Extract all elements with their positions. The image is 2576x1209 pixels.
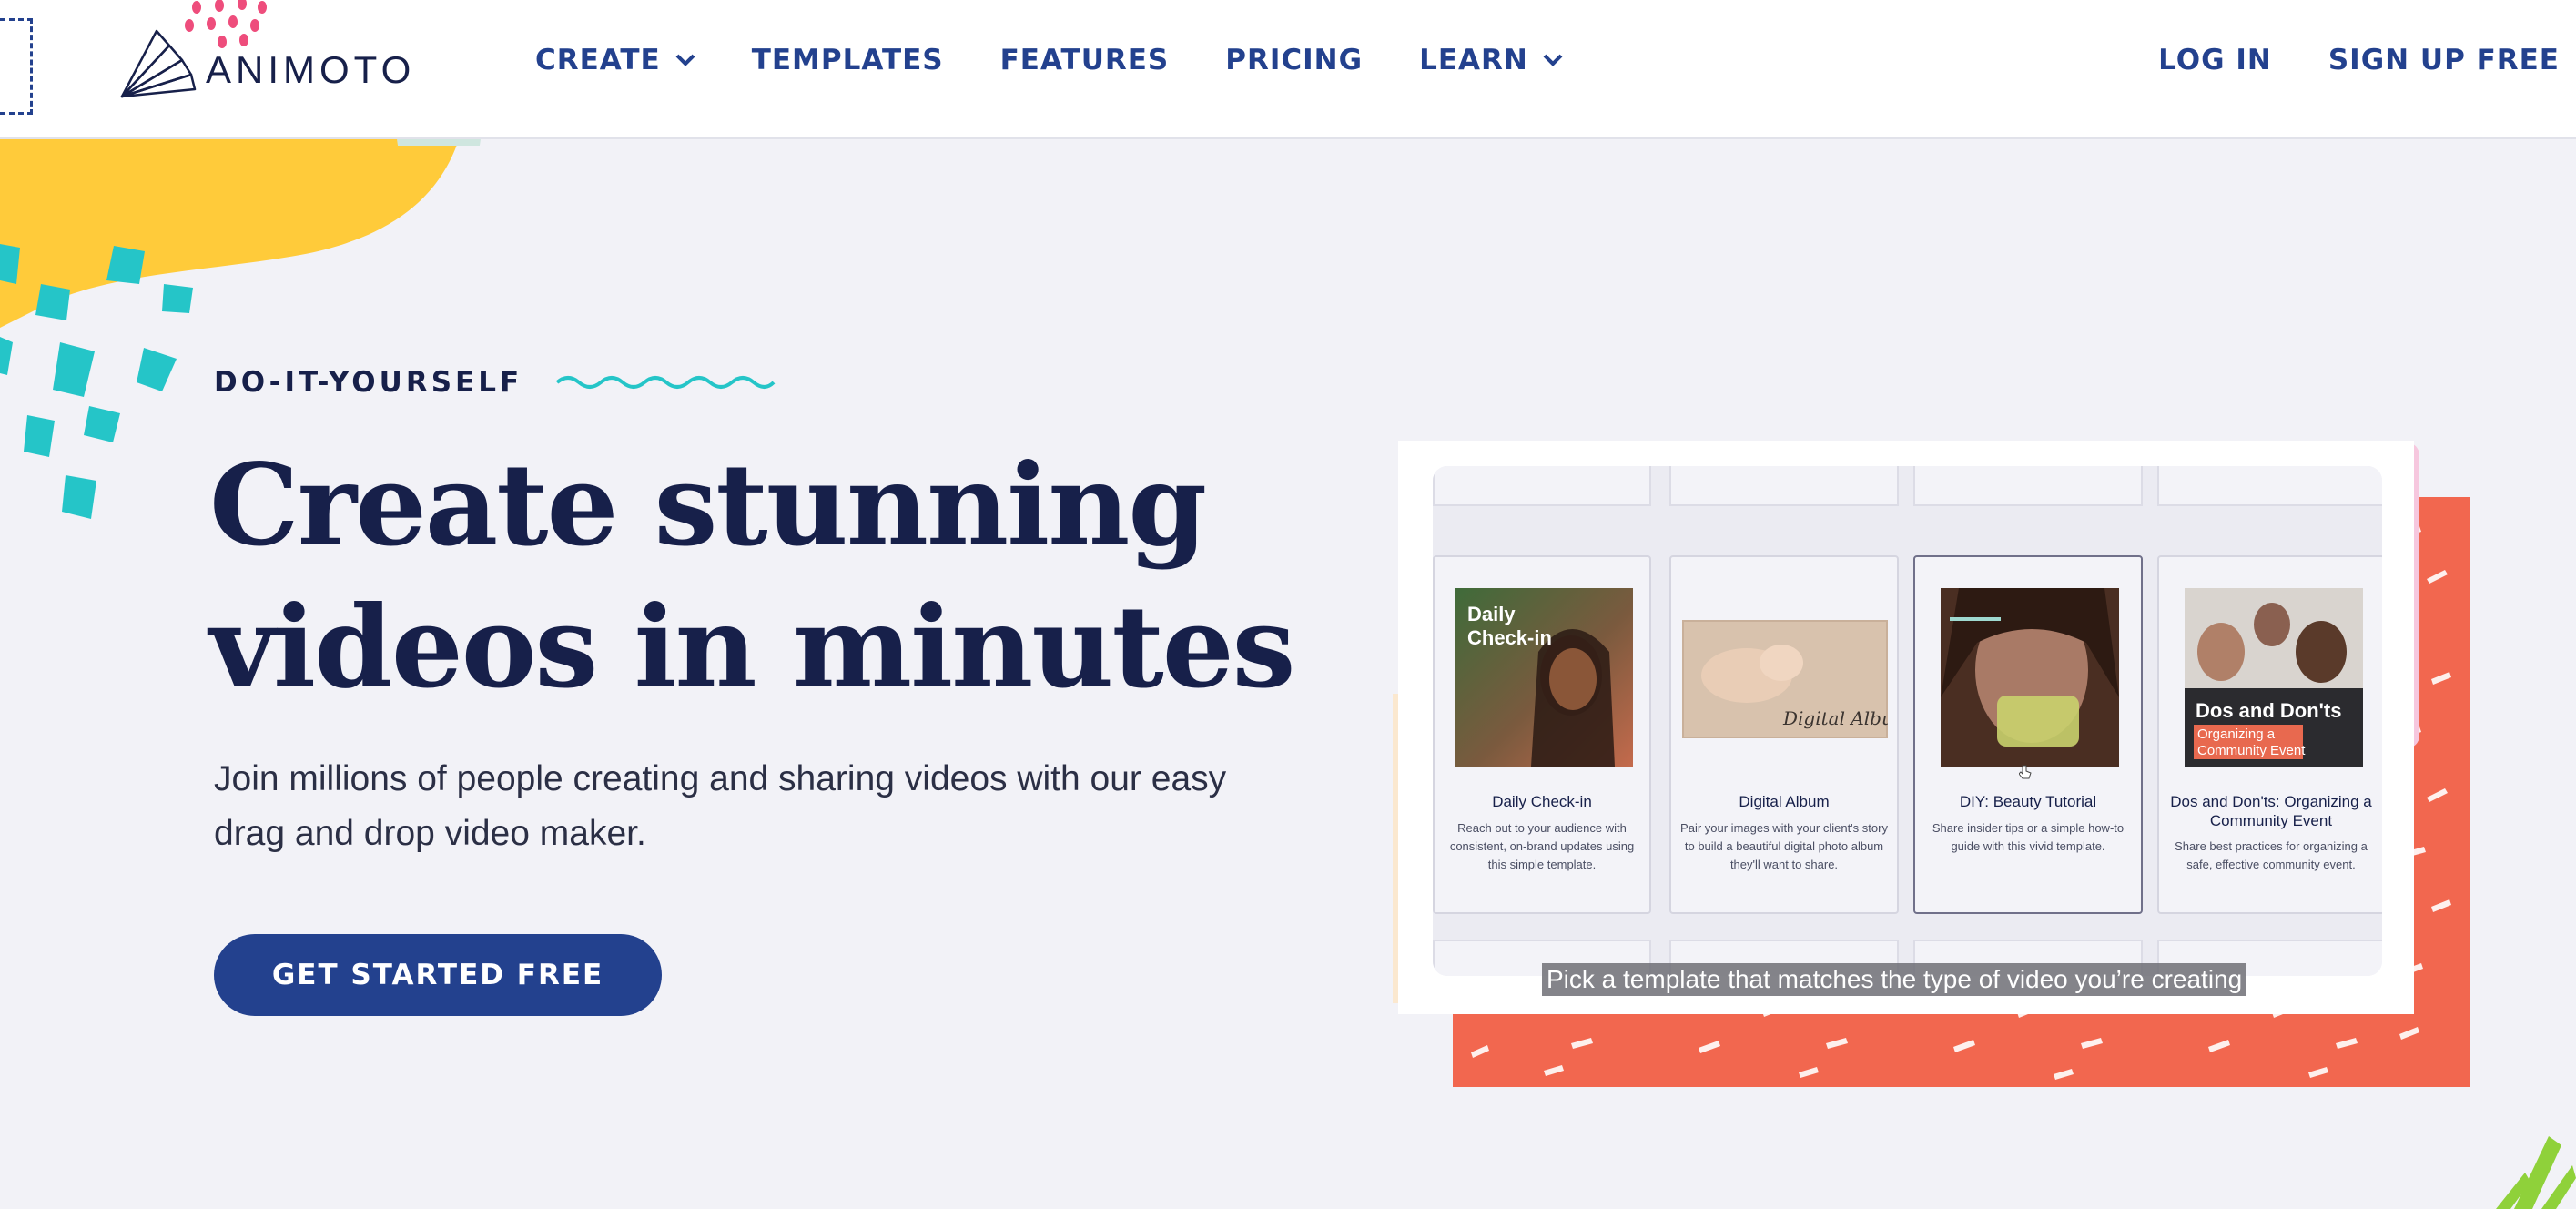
card-title: DIY: Beauty Tutorial [1959, 793, 2097, 810]
green-brush-decoration [2496, 1136, 2576, 1209]
svg-text:Community Event: Community Event [2197, 743, 2306, 758]
hero-headline: Create stunning videos in minutes [209, 435, 1347, 719]
svg-text:Check-in: Check-in [1467, 626, 1552, 649]
thumb-overlay-text: Dos and Don'ts [2196, 699, 2341, 722]
nav-templates[interactable]: TEMPLATES [752, 44, 944, 76]
login-link[interactable]: LOG IN [2158, 44, 2272, 76]
diy-beauty-tutorial-thumbnail [1941, 588, 2119, 767]
teal-brush-strokes-decoration [0, 244, 193, 519]
card-title: Dos and Don'ts: Organizing a Community E… [2170, 793, 2372, 829]
nav-pricing[interactable]: PRICING [1225, 44, 1363, 76]
card-description: Reach out to your audience with consiste… [1449, 821, 1635, 871]
hero-subtext: Join millions of people creating and sha… [214, 759, 1227, 853]
get-started-free-button[interactable]: GET STARTED FREE [214, 934, 662, 1016]
signup-link[interactable]: SIGN UP FREE [2328, 44, 2560, 76]
card-description: Share insider tips or a simple how-to gu… [1932, 821, 2125, 853]
auth-links: LOG IN SIGN UP FREE [2102, 44, 2560, 76]
nav-create-label: CREATE [535, 44, 661, 76]
svg-text:Digital Album: Digital Album [1782, 707, 1888, 729]
card-title: Daily Check-in [1492, 793, 1592, 810]
video-caption: Pick a template that matches the type of… [1542, 963, 2247, 996]
site-header: ANIMOTO CREATE TEMPLATES FEATURES PRICIN… [0, 0, 2576, 139]
digital-album-thumbnail: Digital Album [1682, 620, 1888, 738]
nav-features-label: FEATURES [999, 44, 1170, 76]
hero-eyebrow: DO-IT-YOURSELF [214, 366, 776, 399]
nav-pricing-label: PRICING [1225, 44, 1364, 76]
template-card-diy-beauty-tutorial[interactable]: DIY: Beauty Tutorial Share insider tips … [1913, 555, 2143, 914]
logo-wordmark: ANIMOTO [206, 48, 416, 91]
template-grid: Daily Check-in Daily Check-in Reach out … [1433, 466, 2382, 976]
template-picker-demo: Daily Check-in Daily Check-in Reach out … [1398, 441, 2414, 1014]
chevron-down-icon [675, 54, 695, 66]
svg-text:Organizing a: Organizing a [2197, 726, 2276, 742]
animoto-fan-logo-icon [120, 29, 197, 98]
skip-link-focus-outline[interactable] [0, 18, 33, 115]
headline-line-1: Create stunning [209, 440, 1207, 572]
nav-create[interactable]: CREATE [535, 44, 695, 76]
chevron-down-icon [1543, 54, 1563, 66]
card-description: Pair your images with your client's stor… [1680, 821, 1888, 871]
ghost-card [1433, 466, 1651, 506]
ghost-card [1669, 466, 1899, 506]
pointer-cursor-icon [2019, 765, 2032, 779]
nav-learn[interactable]: LEARN [1419, 44, 1563, 76]
card-title: Digital Album [1739, 793, 1830, 810]
animoto-logo[interactable]: ANIMOTO [117, 27, 415, 100]
nav-learn-label: LEARN [1419, 44, 1528, 76]
nav-features[interactable]: FEATURES [1000, 44, 1170, 76]
eyebrow-label: DO-IT-YOURSELF [214, 366, 523, 399]
template-card-daily-check-in[interactable]: Daily Check-in Daily Check-in Reach out … [1433, 555, 1651, 914]
ghost-card [2157, 466, 2382, 506]
daily-check-in-thumbnail: Daily Check-in [1455, 588, 1633, 767]
main-nav: CREATE TEMPLATES FEATURES PRICING LEARN [535, 44, 1619, 76]
thumb-overlay-text: Daily [1467, 603, 1516, 625]
nav-templates-label: TEMPLATES [751, 44, 944, 76]
headline-line-2: videos in minutes [209, 582, 1295, 714]
ghost-card [1913, 466, 2143, 506]
card-description: Share best practices for organizing a sa… [2175, 839, 2368, 871]
dos-and-donts-thumbnail: Dos and Don'ts Organizing a Community Ev… [2185, 588, 2363, 767]
template-card-dos-and-donts[interactable]: Dos and Don'ts Organizing a Community Ev… [2157, 555, 2382, 914]
teal-squiggle-icon [555, 376, 776, 389]
template-card-digital-album[interactable]: Digital Album Digital Album Pair your im… [1669, 555, 1899, 914]
